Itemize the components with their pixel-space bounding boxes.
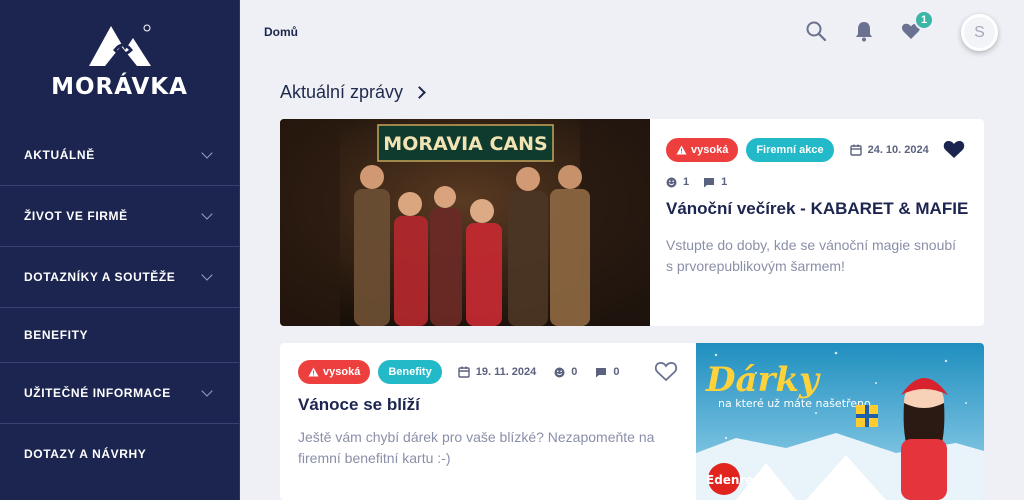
sidebar-item-label: AKTUÁLNĚ [24,147,95,162]
image-subheading: na které už máte našetřeno [718,397,871,410]
calendar-icon [849,144,862,156]
news-card[interactable]: vysoká Benefity 19. 11. 2024 0 0 Vánoce … [280,343,984,500]
sidebar-item-dotazy-a-navrhy[interactable]: DOTAZY A NÁVRHY [0,423,239,484]
chevron-right-icon [413,86,426,99]
priority-badge[interactable]: vysoká [298,360,371,384]
chevron-down-icon [201,146,213,159]
news-card[interactable]: MORAVIA CANS vysoká Firemní akce 24. 10.… [280,119,984,326]
sidebar-item-benefity[interactable]: BENEFITY [0,307,239,362]
warning-icon [308,367,319,377]
post-meta: vysoká Firemní akce 24. 10. 2024 [666,138,929,162]
comments-count: 1 [703,176,727,188]
sidebar-nav: AKTUÁLNĚ ŽIVOT VE FIRMĚ DOTAZNÍKY A SOUT… [0,124,239,484]
sidebar-item-label: ŽIVOT VE FIRMĚ [24,209,128,223]
sidebar: MORÁVKA AKTUÁLNĚ ŽIVOT VE FIRMĚ DOTAZNÍK… [0,0,240,500]
post-date-text: 24. 10. 2024 [867,144,929,156]
post-image: Dárky na které už máte našetřeno Edenred [696,343,984,500]
post-image: MORAVIA CANS [280,119,650,326]
comment-icon [704,177,715,187]
calendar-icon [458,366,470,378]
reactions-count: 0 [554,366,577,378]
chevron-down-icon [201,269,213,281]
favorite-heart-icon[interactable] [942,138,966,160]
avatar[interactable]: S [961,14,998,51]
image-heading: Dárky [705,360,821,400]
sidebar-item-zivot-ve-firme[interactable]: ŽIVOT VE FIRMĚ [0,185,239,246]
post-excerpt: Vstupte do doby, kde se vánoční magie sn… [666,237,957,274]
reactions-count-text: 1 [683,176,690,188]
post-date-text: 19. 11. 2024 [475,366,537,378]
sidebar-item-label: UŽITEČNÉ INFORMACE [24,386,171,400]
brand-logo[interactable]: MORÁVKA [0,0,239,124]
comments-count: 0 [595,366,620,378]
chevron-down-icon [201,385,213,397]
sidebar-item-label: DOTAZY A NÁVRHY [24,447,147,461]
priority-label: vysoká [691,144,729,156]
sidebar-item-label: DOTAZNÍKY A SOUTĚŽE [24,270,176,284]
comments-count-text: 0 [613,366,620,378]
category-badge[interactable]: Benefity [378,360,442,384]
breadcrumb[interactable]: Domů [264,25,298,39]
sidebar-item-uzitecne-informace[interactable]: UŽITEČNÉ INFORMACE [0,362,239,423]
category-badge[interactable]: Firemní akce [746,138,834,162]
post-title[interactable]: Vánoce se blíží [298,395,420,415]
post-excerpt: Ještě vám chybí dárek pro vaše blízké? N… [298,429,655,466]
chevron-down-icon [201,208,213,220]
comments-count-text: 1 [721,176,728,188]
post-title[interactable]: Vánoční večírek - KABARET & MAFIE [666,199,968,219]
sidebar-item-label: BENEFITY [24,328,89,342]
favorites-count-badge: 1 [914,10,934,30]
smiley-icon [554,367,565,377]
section-title-link[interactable]: Aktuální zprávy [280,82,426,103]
image-brand: Edenred [706,473,762,487]
bell-icon[interactable] [853,20,875,42]
mountain-logo-icon [88,24,151,66]
comment-icon [596,367,607,377]
search-icon[interactable] [805,20,827,42]
image-sign-text: MORAVIA CANS [383,133,547,155]
priority-badge[interactable]: vysoká [666,138,739,162]
reactions-count: 1 [666,176,689,188]
post-date: 24. 10. 2024 [849,144,929,156]
priority-label: vysoká [323,366,361,378]
post-stats: 1 1 [666,176,727,188]
reactions-count-text: 0 [571,366,578,378]
sidebar-item-dotazniky-a-souteze[interactable]: DOTAZNÍKY A SOUTĚŽE [0,246,239,307]
brand-name: MORÁVKA [51,74,188,100]
post-meta: vysoká Benefity 19. 11. 2024 0 0 [298,360,620,384]
warning-icon [676,145,687,155]
section-title: Aktuální zprávy [280,82,404,102]
sidebar-item-aktualne[interactable]: AKTUÁLNĚ [0,124,239,185]
smiley-icon [666,177,677,187]
favorite-heart-icon[interactable] [654,360,678,382]
post-date: 19. 11. 2024 [458,366,537,378]
